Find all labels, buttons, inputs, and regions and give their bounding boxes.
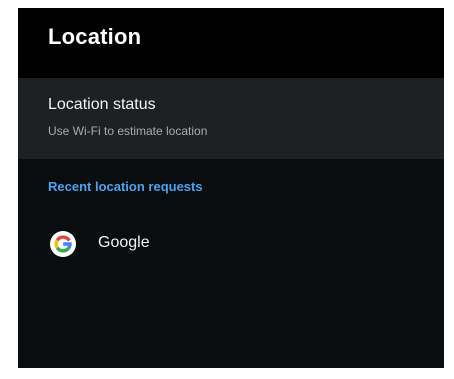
app-bar: Location: [18, 8, 444, 78]
location-status-row[interactable]: Location status Use Wi-Fi to estimate lo…: [18, 78, 444, 159]
request-item-google[interactable]: Google: [18, 222, 444, 266]
request-item-label: Google: [98, 234, 150, 251]
google-g-icon: [50, 231, 76, 257]
recent-requests-header: Recent location requests: [48, 179, 203, 194]
settings-screen: Location Location status Use Wi-Fi to es…: [18, 8, 444, 368]
location-status-subtitle: Use Wi-Fi to estimate location: [48, 124, 208, 138]
location-status-title: Location status: [48, 96, 156, 113]
page-title: Location: [48, 24, 142, 49]
